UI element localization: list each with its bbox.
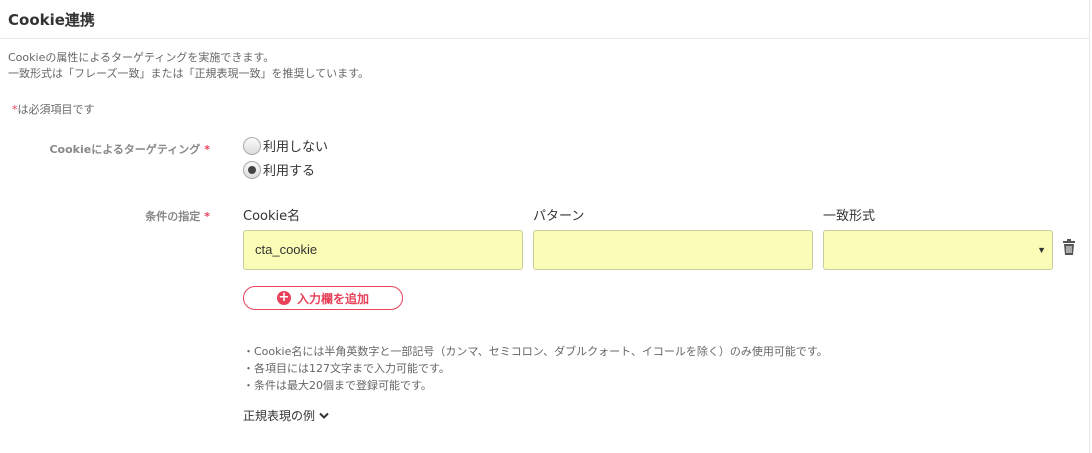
match-type-select[interactable]: ▼	[823, 230, 1053, 270]
note-2: ・各項目には127文字まで入力可能です。	[243, 362, 450, 375]
radio-use[interactable]	[243, 160, 261, 179]
add-input-button[interactable]: + 入力欄を追加	[243, 286, 403, 310]
conditions-notes: ・Cookie名には半角英数字と一部記号（カンマ、セミコロン、ダブルクォート、イ…	[243, 343, 828, 394]
add-input-label: 入力欄を追加	[296, 291, 369, 306]
cookie-section-panel: Cookie連携 Cookieの属性によるターゲティングを実施できます。 一致形…	[0, 0, 1090, 453]
pattern-input[interactable]	[533, 230, 813, 270]
targeting-label: Cookieによるターゲティング *	[0, 141, 210, 157]
regex-example-toggle[interactable]: 正規表現の例	[243, 407, 329, 424]
column-header-cookie-name: Cookie名	[243, 209, 301, 224]
chevron-down-icon	[319, 409, 329, 423]
required-note: *は必須項目です	[12, 101, 95, 117]
radio-not-use-label: 利用しない	[263, 140, 329, 155]
column-header-pattern: パターン	[533, 209, 585, 224]
conditions-label: 条件の指定 *	[0, 208, 210, 224]
plus-circle-icon: +	[276, 290, 291, 305]
cookie-name-input[interactable]: cta_cookie	[243, 230, 523, 270]
section-title: Cookie連携	[8, 11, 95, 29]
caret-down-icon: ▼	[1037, 245, 1046, 255]
conditions-label-text: 条件の指定	[145, 210, 201, 223]
required-note-text: は必須項目です	[17, 103, 95, 116]
targeting-required-star: *	[204, 143, 210, 156]
radio-option-not-use[interactable]: 利用しない	[243, 136, 328, 155]
radio-use-label: 利用する	[263, 164, 316, 179]
note-1: ・Cookie名には半角英数字と一部記号（カンマ、セミコロン、ダブルクォート、イ…	[243, 345, 828, 358]
description-line-2: 一致形式は「フレーズ一致」または「正規表現一致」を推奨しています。	[8, 67, 370, 80]
regex-example-label: 正規表現の例	[243, 409, 316, 423]
targeting-label-text: Cookieによるターゲティング	[49, 143, 201, 156]
column-header-match-type: 一致形式	[823, 209, 876, 224]
radio-option-use[interactable]: 利用する	[243, 160, 315, 179]
trash-icon[interactable]	[1062, 239, 1076, 259]
radio-not-use[interactable]	[243, 136, 261, 155]
title-divider	[0, 38, 1090, 39]
section-description: Cookieの属性によるターゲティングを実施できます。 一致形式は「フレーズ一致…	[8, 50, 369, 82]
description-line-1: Cookieの属性によるターゲティングを実施できます。	[8, 51, 275, 64]
note-3: ・条件は最大20個まで登録可能です。	[243, 379, 432, 392]
conditions-required-star: *	[204, 210, 210, 223]
